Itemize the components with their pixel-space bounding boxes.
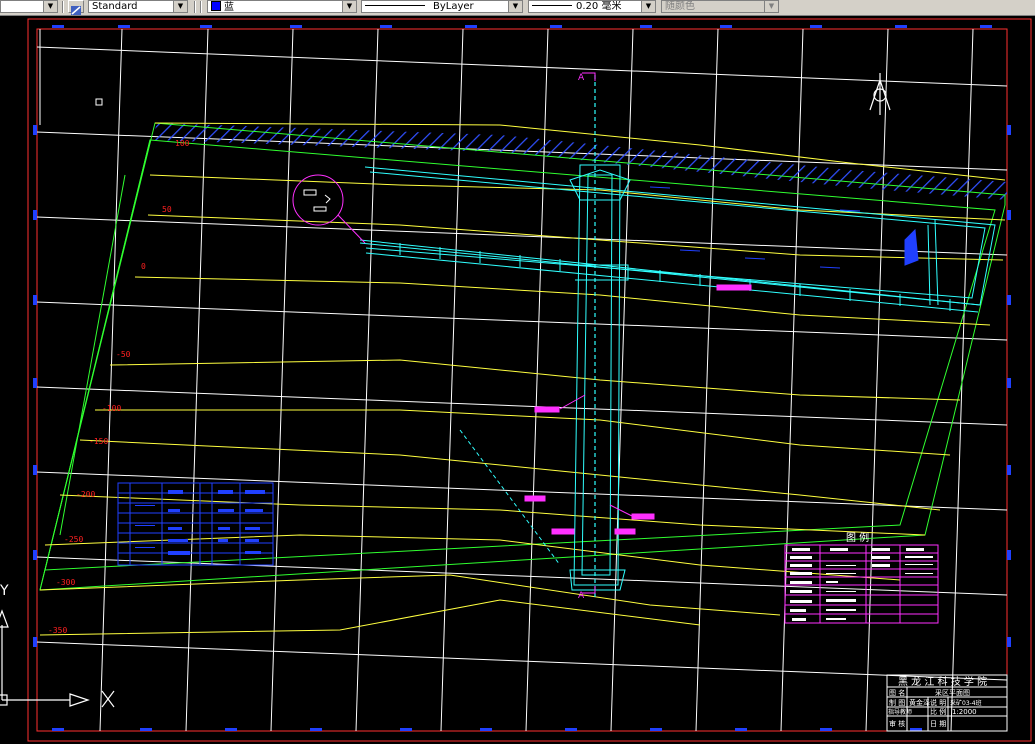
title-row3-label: 指导教师 — [888, 708, 912, 716]
contour-lines — [39, 122, 1006, 636]
chevron-down-icon: ▼ — [641, 1, 655, 12]
title-row2-value2: 采矿03-4班 — [950, 699, 982, 707]
ucs-origin-marker — [95, 98, 103, 106]
color-value: 蓝 — [224, 2, 234, 13]
contour-label: 50 — [162, 205, 172, 214]
linetype-value: ByLayer — [433, 1, 474, 12]
text-style-manager-button[interactable] — [68, 0, 84, 15]
lineweight-value: 0.20 毫米 — [576, 1, 622, 12]
toolbar-separator — [62, 1, 64, 13]
text-style-value: Standard — [92, 1, 138, 12]
contour-label: -250 — [64, 535, 83, 544]
title-row2-label: 制 图 — [889, 698, 905, 707]
contour-label: -300 — [56, 578, 75, 587]
north-arrow-icon — [869, 73, 891, 115]
contour-label: -150 — [89, 437, 108, 446]
lineweight-sample — [532, 5, 572, 6]
title-row4-label2: 日 期 — [930, 720, 946, 728]
plot-style-combo[interactable]: 随颜色 ▼ — [661, 0, 779, 13]
color-swatch-icon — [211, 1, 221, 11]
school-name: 黑 龙 江 科 技 学 院 — [898, 675, 987, 688]
title-row3-label2: 比 例 — [930, 707, 946, 716]
detail-circle — [292, 174, 366, 244]
toolbar-separator — [200, 1, 202, 13]
legend-title: 图 例 — [846, 531, 869, 544]
chevron-down-icon: ▼ — [43, 1, 57, 12]
mining-area-boundary — [39, 122, 1006, 591]
title-block-text: 黑 龙 江 科 技 学 院 图 名 采区平面图 制 图 黄金泽 说 明 采矿03… — [888, 675, 987, 728]
chevron-down-icon: ▼ — [764, 1, 778, 12]
toolbar-separator — [194, 1, 196, 13]
chevron-down-icon: ▼ — [508, 1, 522, 12]
drawing-name: 采区平面图 — [935, 688, 970, 697]
title-row2-label2: 说 明 — [930, 698, 946, 707]
drawing-canvas[interactable]: 100 50 0 -50 -100 -150 -200 -250 -300 -3… — [0, 15, 1035, 744]
chevron-down-icon: ▼ — [173, 1, 187, 12]
layer-combo[interactable]: ▼ — [0, 0, 58, 13]
lineweight-combo[interactable]: 0.20 毫米 ▼ — [528, 0, 656, 13]
contour-label: -100 — [102, 404, 121, 413]
contour-label: -200 — [76, 490, 95, 499]
section-mark-bottom: A — [578, 591, 585, 601]
contour-label: 0 — [141, 262, 146, 271]
title-row1-label: 图 名 — [889, 688, 905, 697]
properties-toolbar: ▼ Standard ▼ 蓝 ▼ ByLayer ▼ 0.20 毫米 ▼ 随颜色 ▼ — [0, 0, 1035, 16]
text-style-combo[interactable]: Standard ▼ — [88, 0, 188, 13]
title-row2-value: 黄金泽 — [909, 698, 930, 707]
title-row4-label: 审 核 — [889, 719, 905, 728]
linetype-combo[interactable]: ByLayer ▼ — [361, 0, 523, 13]
color-combo[interactable]: 蓝 ▼ — [207, 0, 357, 13]
scale-value: 1:2000 — [952, 708, 977, 716]
ucs-y-label: Y — [0, 583, 9, 599]
linetype-sample — [365, 5, 425, 6]
plot-style-value: 随颜色 — [665, 1, 695, 12]
contour-label: -50 — [116, 350, 131, 359]
contour-label: 100 — [175, 139, 190, 148]
section-mark-top: A — [578, 73, 585, 83]
chevron-down-icon: ▼ — [342, 1, 356, 12]
contour-label: -350 — [48, 626, 67, 635]
